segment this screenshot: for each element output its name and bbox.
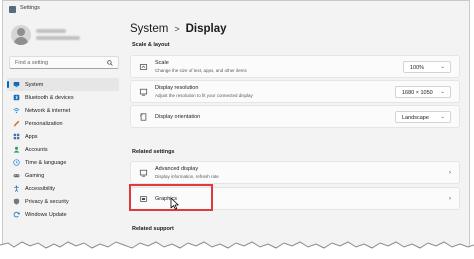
sidebar-item-accounts[interactable]: Accounts bbox=[7, 143, 119, 156]
scale-dropdown[interactable]: 100% ⌄ bbox=[403, 60, 451, 73]
sidebar-nav: System Bluetooth & devices Network & inter… bbox=[7, 78, 119, 221]
window-title: Settings bbox=[20, 5, 40, 11]
orientation-value: Landscape bbox=[402, 114, 429, 121]
sidebar-item-bluetooth-devices[interactable]: Bluetooth & devices bbox=[7, 91, 119, 104]
blurred-user-email bbox=[36, 36, 80, 40]
sidebar-item-label: Accessibility bbox=[25, 185, 55, 192]
orientation-dropdown[interactable]: Landscape ⌄ bbox=[395, 110, 451, 123]
sidebar-item-label: Accounts bbox=[25, 146, 48, 153]
sidebar-item-label: Gaming bbox=[25, 172, 45, 179]
orientation-card: Display orientation Landscape ⌄ bbox=[130, 105, 460, 128]
section-scale-layout: Scale & layout bbox=[132, 42, 170, 48]
blurred-user-name bbox=[36, 29, 66, 33]
scale-card: Scale Change the size of text, apps, and… bbox=[130, 55, 460, 78]
mouse-pointer-icon bbox=[170, 197, 179, 210]
bluetooth-icon bbox=[13, 94, 20, 101]
chevron-down-icon: ⌄ bbox=[440, 113, 445, 120]
orientation-title: Display orientation bbox=[155, 114, 201, 120]
advanced-display-card[interactable]: Advanced display Display information, re… bbox=[130, 161, 460, 184]
settings-window: Settings Find a setting System Bluetooth … bbox=[2, 0, 470, 248]
sidebar-item-label: Privacy & security bbox=[25, 198, 69, 205]
chevron-down-icon: ⌄ bbox=[440, 88, 445, 95]
sidebar: Find a setting System Bluetooth & devices… bbox=[3, 19, 123, 247]
main-pane: System > Display Scale & layout Scale Ch… bbox=[125, 19, 469, 247]
chevron-right-icon: › bbox=[449, 195, 451, 202]
section-related-support: Related support bbox=[132, 226, 174, 232]
sidebar-item-label: Network & internet bbox=[25, 107, 71, 114]
update-icon bbox=[13, 211, 20, 218]
resolution-icon bbox=[139, 88, 148, 96]
sidebar-item-personalization[interactable]: Personalization bbox=[7, 117, 119, 130]
paintbrush-icon bbox=[13, 120, 20, 127]
sidebar-item-accessibility[interactable]: Accessibility bbox=[7, 182, 119, 195]
chevron-right-icon: › bbox=[449, 169, 451, 176]
search-input[interactable]: Find a setting bbox=[9, 56, 119, 69]
wifi-icon bbox=[13, 108, 20, 114]
sidebar-item-time-language[interactable]: Time & language bbox=[7, 156, 119, 169]
sidebar-item-label: Bluetooth & devices bbox=[25, 94, 74, 101]
breadcrumb: System > Display bbox=[130, 23, 227, 35]
sidebar-item-label: Time & language bbox=[25, 159, 67, 166]
scale-description: Change the size of text, apps, and other… bbox=[155, 68, 247, 73]
system-icon bbox=[13, 82, 20, 88]
sidebar-item-gaming[interactable]: Gaming bbox=[7, 169, 119, 182]
resolution-description: Adjust the resolution to fit your connec… bbox=[155, 93, 253, 98]
sidebar-item-network-internet[interactable]: Network & internet bbox=[7, 104, 119, 117]
chevron-down-icon: ⌄ bbox=[440, 63, 445, 70]
search-placeholder: Find a setting bbox=[15, 60, 49, 66]
sidebar-item-apps[interactable]: Apps bbox=[7, 130, 119, 143]
sidebar-item-label: System bbox=[25, 81, 44, 88]
resolution-card: Display resolution Adjust the resolution… bbox=[130, 80, 460, 103]
advanced-display-icon bbox=[139, 169, 148, 177]
scale-title: Scale bbox=[155, 60, 169, 66]
settings-app-icon bbox=[9, 6, 16, 13]
section-related-settings: Related settings bbox=[132, 149, 175, 155]
gamepad-icon bbox=[13, 174, 20, 178]
accessibility-icon bbox=[14, 185, 19, 192]
sidebar-item-label: Apps bbox=[25, 133, 38, 140]
accounts-icon bbox=[13, 146, 20, 153]
breadcrumb-parent[interactable]: System bbox=[130, 23, 168, 35]
resolution-title: Display resolution bbox=[155, 85, 199, 91]
title-bar: Settings bbox=[3, 1, 469, 19]
page-title: Display bbox=[185, 23, 227, 35]
resolution-dropdown[interactable]: 1680 × 1050 ⌄ bbox=[395, 85, 451, 98]
scale-value: 100% bbox=[410, 64, 425, 71]
shield-icon bbox=[13, 198, 20, 205]
sidebar-item-windows-update[interactable]: Windows Update bbox=[7, 208, 119, 221]
resolution-value: 1680 × 1050 bbox=[402, 89, 433, 96]
globe-clock-icon bbox=[13, 159, 20, 166]
search-icon bbox=[107, 60, 113, 66]
scale-icon bbox=[139, 63, 148, 70]
breadcrumb-separator: > bbox=[174, 24, 180, 34]
advanced-display-title: Advanced display bbox=[155, 166, 199, 172]
orientation-icon bbox=[140, 112, 147, 121]
advanced-display-description: Display information, refresh rate bbox=[155, 174, 219, 179]
avatar[interactable] bbox=[11, 25, 31, 45]
sidebar-item-label: Personalization bbox=[25, 120, 63, 127]
sidebar-item-system[interactable]: System bbox=[7, 78, 119, 91]
apps-icon bbox=[13, 133, 20, 140]
sidebar-item-label: Windows Update bbox=[25, 211, 67, 218]
sidebar-item-privacy-security[interactable]: Privacy & security bbox=[7, 195, 119, 208]
torn-edge bbox=[0, 241, 474, 259]
